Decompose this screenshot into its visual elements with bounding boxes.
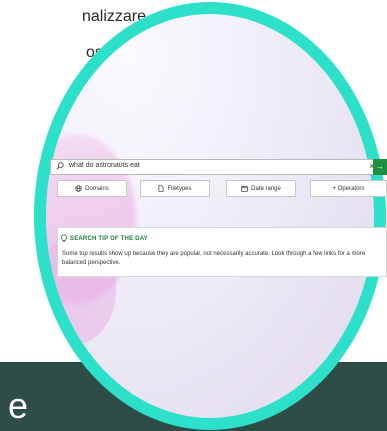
search-icon xyxy=(56,162,64,170)
domains-button[interactable]: Domains xyxy=(57,180,127,197)
date-range-label: Date range xyxy=(251,185,281,192)
tip-body: Some top results show up because they ar… xyxy=(62,251,366,266)
date-range-button[interactable]: Date range xyxy=(226,180,296,197)
search-submit-button[interactable]: → xyxy=(373,159,387,175)
globe-icon xyxy=(75,185,82,192)
footer-strip-text: e xyxy=(8,385,29,426)
file-icon xyxy=(159,185,164,192)
filetypes-label: Filetypes xyxy=(167,185,192,192)
domains-label: Domains xyxy=(85,185,109,192)
operators-label: + Operators xyxy=(332,185,365,192)
filetypes-button[interactable]: Filetypes xyxy=(140,180,210,197)
lightbulb-icon xyxy=(60,234,68,242)
calendar-icon xyxy=(241,186,248,192)
zoomed-search-view xyxy=(46,14,374,418)
search-input[interactable]: what do astronauts eat xyxy=(69,162,140,169)
search-bar[interactable]: what do astronauts eat × xyxy=(50,159,376,175)
search-tip-card: SEARCH TIP OF THE DAY Some top results s… xyxy=(57,227,387,277)
operators-button[interactable]: + Operators xyxy=(310,180,387,197)
tip-title: SEARCH TIP OF THE DAY xyxy=(70,236,148,242)
